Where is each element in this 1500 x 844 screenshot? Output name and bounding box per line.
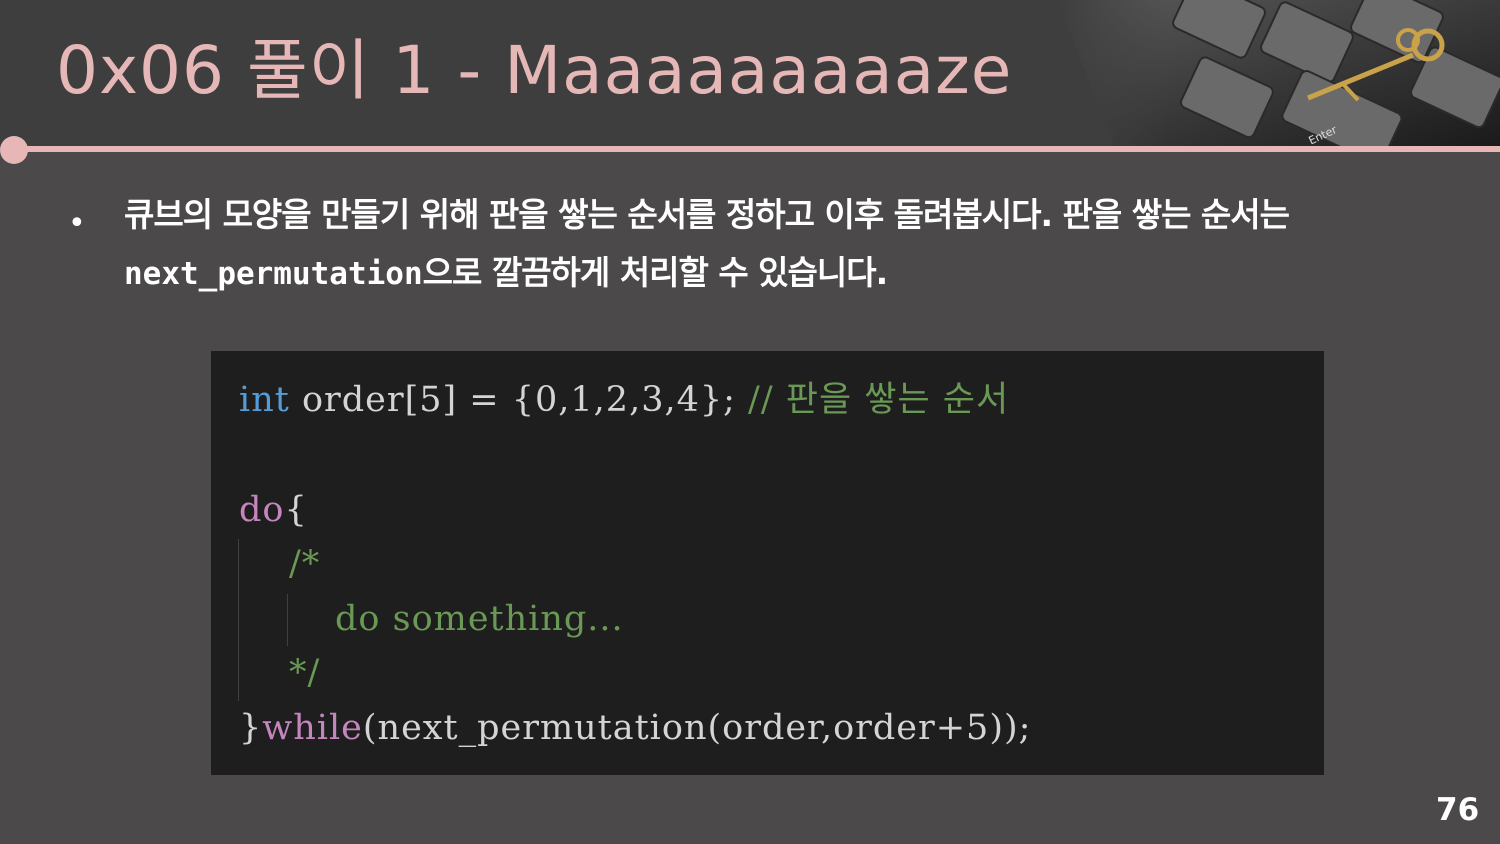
slide-title: 0x06 풀이 1 - Maaaaaaaaaze (56, 32, 1013, 109)
code-line-1: int order[5] = {0,1,2,3,4}; // 판을 쌓는 순서 (239, 375, 1009, 425)
code-keyword: int (239, 380, 290, 420)
code-comment: /* (289, 544, 321, 584)
title-divider-dot (0, 136, 28, 164)
code-text: { (284, 490, 308, 530)
indent-guide (238, 539, 239, 701)
indent-guide-inner (287, 594, 288, 646)
page-number: 76 (1436, 792, 1480, 828)
bullet-inline-code: next_permutation (124, 256, 423, 292)
code-comment: */ (289, 653, 321, 693)
code-line-4: do something... (335, 594, 624, 644)
title-divider (14, 146, 1500, 152)
code-text: order[5] = {0,1,2,3,4}; (289, 380, 749, 420)
bullet-text-after: 으로 깔끔하게 처리할 수 있습니다. (422, 253, 889, 292)
code-line-3: /* (289, 539, 320, 589)
code-line-5: */ (289, 648, 320, 698)
code-comment: do something... (335, 599, 624, 639)
code-line-2: do{ (239, 485, 308, 535)
bullet-text: 큐브의 모양을 만들기 위해 판을 쌓는 순서를 정하고 이후 돌려봅시다. 판… (124, 186, 1454, 303)
code-text: (next_permutation(order,order+5)); (362, 708, 1032, 748)
bullet-marker: • (68, 206, 86, 241)
code-line-6: }while(next_permutation(order,order+5)); (239, 703, 1031, 753)
code-block: int order[5] = {0,1,2,3,4}; // 판을 쌓는 순서 … (211, 351, 1324, 775)
code-text: } (239, 708, 263, 748)
bullet-text-before: 큐브의 모양을 만들기 위해 판을 쌓는 순서를 정하고 이후 돌려봅시다. 판… (124, 195, 1290, 234)
code-keyword: while (262, 708, 363, 748)
keyboard-key-image: Enter (1058, 0, 1500, 146)
keyboard-photo: Enter (1058, 0, 1500, 146)
code-keyword: do (239, 490, 285, 530)
code-comment: // 판을 쌓는 순서 (748, 380, 1010, 420)
